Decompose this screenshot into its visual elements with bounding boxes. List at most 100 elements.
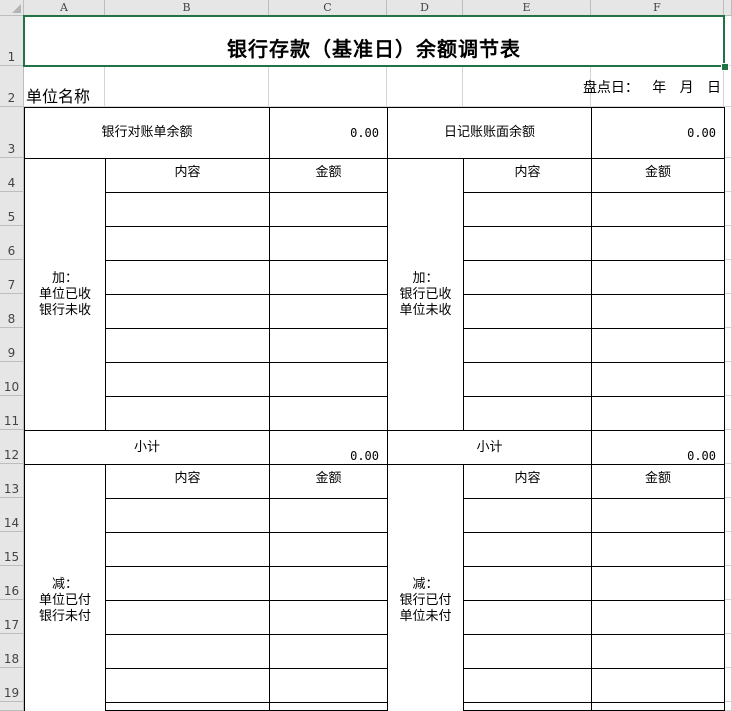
subtract-entry-cell[interactable] [591,566,725,601]
gridline-cell[interactable] [724,430,732,464]
row-header-5[interactable]: 5 [0,192,24,226]
add-content-header-left[interactable]: 内容 [105,158,270,193]
row-header-7[interactable]: 7 [0,260,24,294]
gridline-cell[interactable] [724,498,732,532]
add-entry-cell[interactable] [591,260,725,295]
gridline-cell[interactable] [724,16,732,66]
add-left-label[interactable]: 加： 单位已收 银行未收 [24,158,106,431]
add-entry-cell[interactable] [105,192,270,227]
add-entry-cell[interactable] [463,362,592,397]
gridline-cell[interactable] [269,66,387,107]
row-header-15[interactable]: 15 [0,532,24,566]
select-all-corner[interactable] [0,0,24,16]
column-header-b[interactable]: B [105,0,269,16]
gridline-cell[interactable] [724,532,732,566]
subtract-amount-header-left[interactable]: 金额 [269,464,388,499]
row-header-13[interactable]: 13 [0,464,24,498]
add-entry-cell[interactable] [591,294,725,329]
column-header-e[interactable]: E [463,0,591,16]
add-entry-cell[interactable] [105,396,270,431]
add-right-subtotal-label[interactable]: 小计 [387,430,592,465]
gridline-cell[interactable] [724,702,732,711]
fill-handle[interactable] [721,63,729,71]
gridline-cell[interactable] [724,600,732,634]
subtract-entry-cell[interactable] [269,702,388,711]
add-left-subtotal-value[interactable]: 0.00 [269,430,388,465]
subtract-entry-cell[interactable] [591,532,725,567]
subtract-entry-cell[interactable] [105,668,270,703]
row-header-9[interactable]: 9 [0,328,24,362]
add-entry-cell[interactable] [269,396,388,431]
gridline-cell[interactable] [724,464,732,498]
gridline-cell[interactable] [724,107,732,158]
row-header-3[interactable]: 3 [0,107,24,158]
unit-name-label[interactable]: 单位名称 [26,66,226,107]
subtract-entry-cell[interactable] [591,498,725,533]
add-entry-cell[interactable] [463,294,592,329]
subtract-entry-cell[interactable] [463,600,592,635]
row-header-8[interactable]: 8 [0,294,24,328]
add-entry-cell[interactable] [105,226,270,261]
selected-title-cell[interactable]: 银行存款（基准日）余额调节表 [23,15,725,67]
column-header-c[interactable]: C [269,0,387,16]
gridline-cell[interactable] [724,226,732,260]
gridline-cell[interactable] [724,192,732,226]
row-header-18[interactable]: 18 [0,634,24,668]
gridline-cell[interactable] [724,328,732,362]
row-header-19[interactable]: 19 [0,668,24,702]
subtract-entry-cell[interactable] [105,702,270,711]
add-entry-cell[interactable] [463,260,592,295]
subtract-content-header-right[interactable]: 内容 [463,464,592,499]
add-entry-cell[interactable] [269,226,388,261]
add-entry-cell[interactable] [463,192,592,227]
row-header-6[interactable]: 6 [0,226,24,260]
bank-statement-balance-label[interactable]: 银行对账单余额 [24,107,270,159]
row-header-12[interactable]: 12 [0,430,24,464]
subtract-entry-cell[interactable] [269,532,388,567]
subtract-entry-cell[interactable] [463,532,592,567]
add-entry-cell[interactable] [269,294,388,329]
add-amount-header-right[interactable]: 金额 [591,158,725,193]
add-entry-cell[interactable] [269,192,388,227]
add-entry-cell[interactable] [105,328,270,363]
add-entry-cell[interactable] [591,396,725,431]
add-entry-cell[interactable] [269,260,388,295]
row-header-1[interactable]: 1 [0,16,24,66]
subtract-content-header-left[interactable]: 内容 [105,464,270,499]
row-header-2[interactable]: 2 [0,66,24,107]
row-header-10[interactable]: 10 [0,362,24,396]
row-header-11[interactable]: 11 [0,396,24,430]
gridline-cell[interactable] [724,634,732,668]
subtract-amount-header-right[interactable]: 金额 [591,464,725,499]
row-header-14[interactable]: 14 [0,498,24,532]
gridline-cell[interactable] [724,362,732,396]
column-header-a[interactable]: A [24,0,105,16]
subtract-entry-cell[interactable] [269,566,388,601]
subtract-entry-cell[interactable] [463,566,592,601]
gridline-cell[interactable] [724,668,732,702]
subtract-entry-cell[interactable] [591,668,725,703]
add-left-subtotal-label[interactable]: 小计 [24,430,270,465]
add-entry-cell[interactable] [591,226,725,261]
add-entry-cell[interactable] [463,226,592,261]
journal-balance-label[interactable]: 日记账账面余额 [387,107,592,159]
subtract-entry-cell[interactable] [269,498,388,533]
subtract-entry-cell[interactable] [269,668,388,703]
add-entry-cell[interactable] [105,294,270,329]
add-entry-cell[interactable] [105,260,270,295]
subtract-entry-cell[interactable] [463,702,592,711]
add-entry-cell[interactable] [591,192,725,227]
gridline-cell[interactable] [724,66,732,107]
subtract-entry-cell[interactable] [105,566,270,601]
gridline-cell[interactable] [724,566,732,600]
add-entry-cell[interactable] [269,328,388,363]
add-entry-cell[interactable] [463,396,592,431]
row-header-4[interactable]: 4 [0,158,24,192]
subtract-entry-cell[interactable] [105,634,270,669]
subtract-entry-cell[interactable] [591,702,725,711]
subtract-entry-cell[interactable] [269,634,388,669]
subtract-entry-cell[interactable] [269,600,388,635]
subtract-entry-cell[interactable] [591,600,725,635]
column-header-f[interactable]: F [591,0,724,16]
count-date-label[interactable]: 盘点日： 年 月 日 [387,66,721,107]
